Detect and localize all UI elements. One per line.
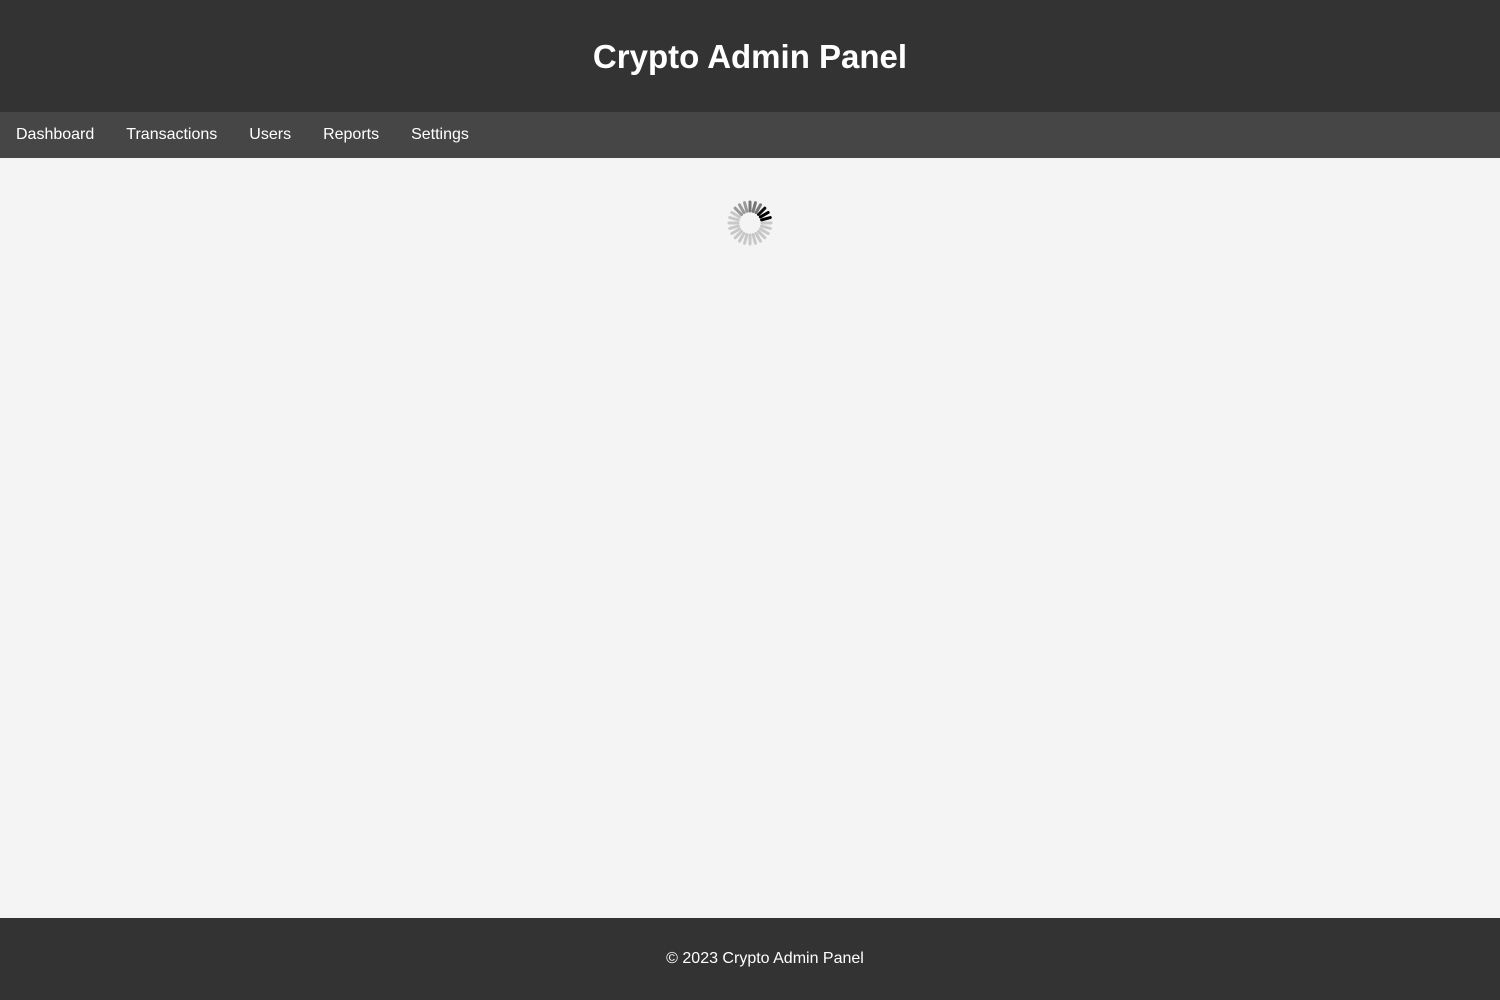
admin-page: Crypto Admin Panel Dashboard Transaction… bbox=[0, 0, 1500, 1000]
spinner-spoke bbox=[728, 224, 740, 230]
spinner-spoke bbox=[743, 233, 749, 245]
spinner-spoke bbox=[760, 224, 772, 230]
nav-item-reports[interactable]: Reports bbox=[307, 112, 395, 158]
spinner-spoke bbox=[751, 201, 757, 213]
main-nav: Dashboard Transactions Users Reports Set… bbox=[0, 112, 1500, 158]
spinner-icon bbox=[725, 198, 775, 248]
spinner-spoke bbox=[760, 216, 772, 222]
main-content bbox=[0, 158, 1500, 918]
footer-copyright: © 2023 Crypto Admin Panel bbox=[666, 950, 864, 967]
nav-item-settings[interactable]: Settings bbox=[395, 112, 485, 158]
loading-spinner-graphic bbox=[727, 200, 773, 246]
site-footer: © 2023 Crypto Admin Panel bbox=[0, 918, 1500, 1000]
nav-item-transactions[interactable]: Transactions bbox=[110, 112, 233, 158]
spinner-spoke bbox=[728, 216, 740, 222]
page-title: Crypto Admin Panel bbox=[592, 37, 908, 75]
spinner-spoke bbox=[751, 233, 757, 245]
spinner-spoke bbox=[743, 201, 749, 213]
nav-item-users[interactable]: Users bbox=[233, 112, 307, 158]
nav-item-dashboard[interactable]: Dashboard bbox=[0, 112, 110, 158]
site-header: Crypto Admin Panel bbox=[0, 0, 1500, 112]
